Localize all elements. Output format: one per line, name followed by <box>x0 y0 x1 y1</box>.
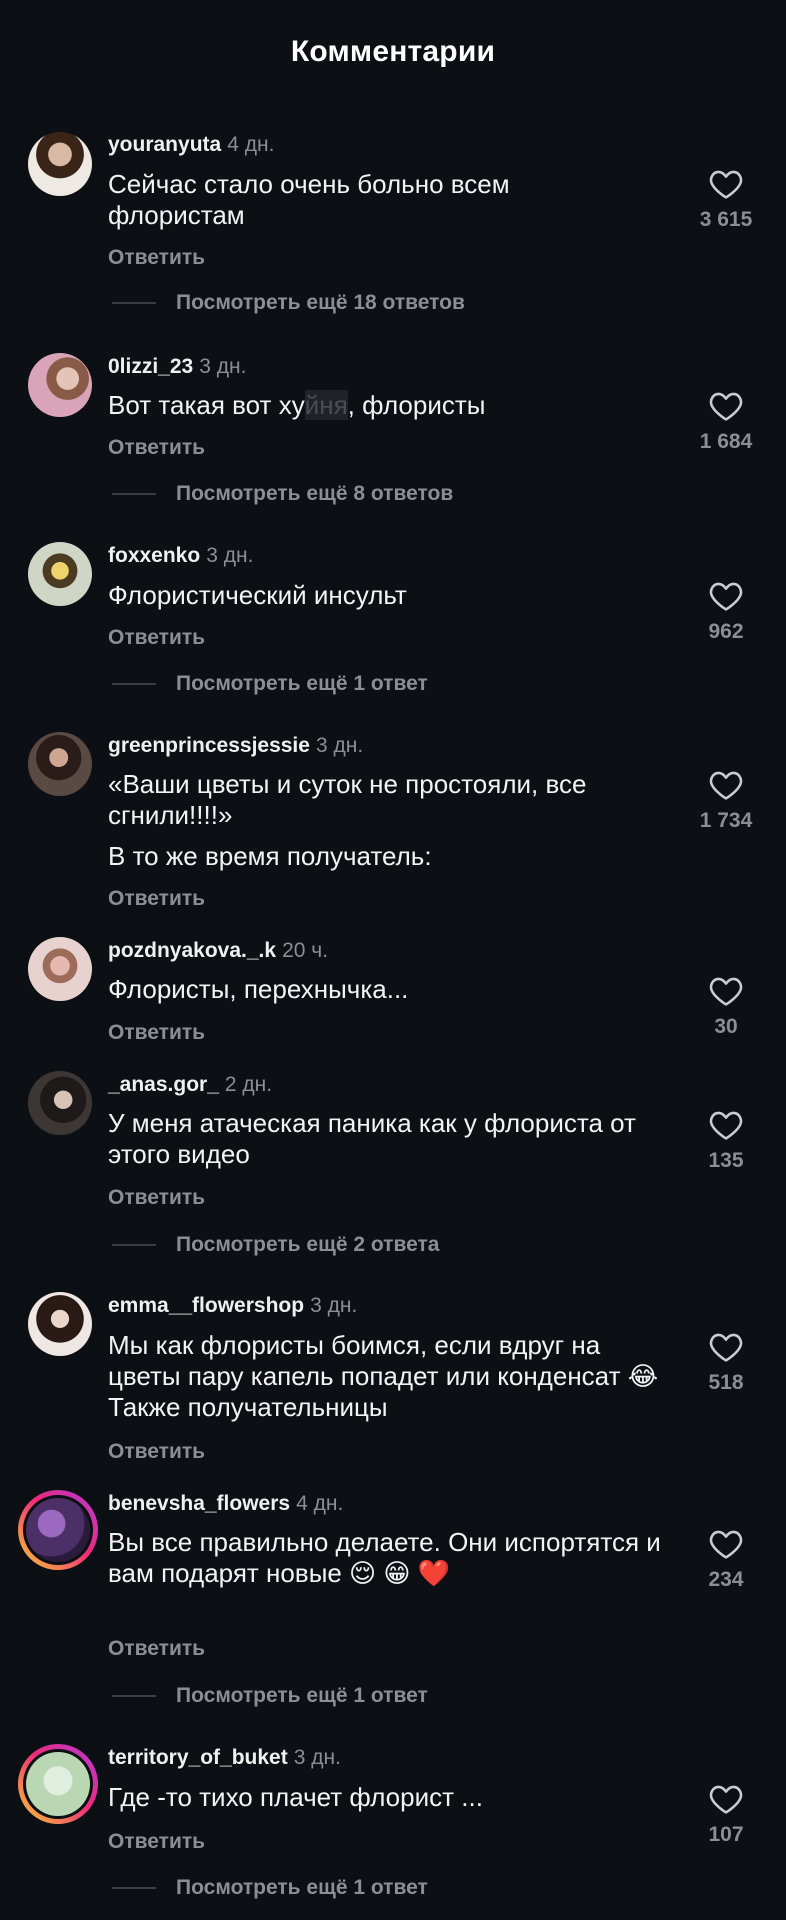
heart-icon[interactable] <box>709 1783 743 1815</box>
timestamp: 3 дн. <box>199 355 247 378</box>
like-count: 30 <box>714 1015 738 1038</box>
avatar[interactable] <box>28 542 92 606</box>
username[interactable]: _anas.gor_ <box>108 1073 219 1096</box>
heart-icon[interactable] <box>709 1528 743 1560</box>
username[interactable]: benevsha_flowers <box>108 1492 290 1515</box>
username[interactable]: territory_of_buket <box>108 1746 288 1769</box>
timestamp: 3 дн. <box>293 1746 341 1769</box>
like-count: 135 <box>708 1149 744 1172</box>
censored-text: йня <box>304 390 348 420</box>
view-more-replies-label: Посмотреть ещё 1 ответ <box>176 1876 428 1899</box>
divider <box>112 1695 156 1697</box>
view-more-replies-label: Посмотреть ещё 1 ответ <box>176 1684 428 1707</box>
avatar-story-ring[interactable] <box>18 1744 98 1824</box>
username[interactable]: pozdnyakova._.k <box>108 939 276 962</box>
reply-button[interactable]: Ответить <box>108 1636 205 1662</box>
reply-button[interactable]: Ответить <box>108 435 205 461</box>
reply-button[interactable]: Ответить <box>108 245 205 271</box>
comment-text: Сейчас стало очень больно всем флористам <box>108 169 510 230</box>
timestamp: 3 дн. <box>315 734 364 757</box>
heart-icon[interactable] <box>709 769 743 801</box>
view-more-replies[interactable]: Посмотреть ещё 2 ответа <box>112 1233 439 1257</box>
timestamp: 4 дн. <box>227 133 275 156</box>
comment-text-part: Вот такая вот ху <box>108 390 305 420</box>
username[interactable]: foxxenko <box>108 544 200 567</box>
like-count: 518 <box>708 1371 744 1394</box>
comment-text-line: В то же время получатель: <box>108 841 432 871</box>
comment-text: Где -то тихо плачет флорист ... <box>108 1782 483 1812</box>
view-more-replies[interactable]: Посмотреть ещё 1 ответ <box>112 1876 428 1900</box>
page-title: Комментарии <box>290 35 496 68</box>
comment-text: Мы как флористы боимся, если вдруг на цв… <box>108 1330 659 1422</box>
avatar[interactable] <box>28 353 92 417</box>
view-more-replies-label: Посмотреть ещё 2 ответа <box>176 1233 440 1256</box>
avatar <box>26 1498 90 1562</box>
comment-text: Флористы, перехнычка... <box>108 974 409 1004</box>
divider <box>112 1887 156 1889</box>
view-more-replies[interactable]: Посмотреть ещё 18 ответов <box>112 291 465 315</box>
heart-icon[interactable] <box>709 168 743 200</box>
view-more-replies-label: Посмотреть ещё 1 ответ <box>176 672 428 695</box>
comment-text: У меня атаческая паника как у флориста о… <box>108 1108 636 1169</box>
heart-icon[interactable] <box>709 1109 743 1141</box>
divider <box>112 302 156 304</box>
like-count: 962 <box>708 620 744 643</box>
timestamp: 3 дн. <box>310 1294 358 1317</box>
comment-text-part: , флористы <box>347 390 486 420</box>
timestamp: 2 дн. <box>224 1073 273 1096</box>
comment-text: Вы все правильно делаете. Они испортятся… <box>108 1527 661 1588</box>
avatar[interactable] <box>28 1292 92 1356</box>
username[interactable]: greenprincessjessie <box>108 734 310 757</box>
reply-button[interactable]: Ответить <box>108 1439 205 1465</box>
avatar-story-ring[interactable] <box>18 1490 98 1570</box>
divider <box>112 493 156 495</box>
reply-button[interactable]: Ответить <box>108 886 205 912</box>
avatar[interactable] <box>28 1071 92 1135</box>
avatar[interactable] <box>28 132 92 196</box>
like-count: 1 734 <box>699 809 753 832</box>
divider <box>112 1244 156 1246</box>
like-count: 107 <box>708 1823 744 1846</box>
heart-icon[interactable] <box>709 390 743 422</box>
timestamp: 20 ч. <box>282 939 329 962</box>
avatar <box>26 1752 90 1816</box>
view-more-replies[interactable]: Посмотреть ещё 8 ответов <box>112 482 453 506</box>
heart-icon[interactable] <box>709 580 743 612</box>
view-more-replies-label: Посмотреть ещё 8 ответов <box>176 482 454 505</box>
username[interactable]: emma__flowershop <box>108 1294 304 1317</box>
timestamp: 3 дн. <box>206 544 254 567</box>
comment-text: «Ваши цветы и суток не простояли, все сг… <box>108 769 587 830</box>
username[interactable]: youranyuta <box>108 133 221 156</box>
timestamp: 4 дн. <box>296 1492 344 1515</box>
reply-button[interactable]: Ответить <box>108 1185 205 1211</box>
reply-button[interactable]: Ответить <box>108 625 205 651</box>
view-more-replies[interactable]: Посмотреть ещё 1 ответ <box>112 672 428 696</box>
like-count: 234 <box>708 1568 744 1591</box>
like-count: 1 684 <box>699 430 753 453</box>
comment-text: Вот такая вот хуйня, флористы <box>108 390 668 421</box>
heart-icon[interactable] <box>709 1331 743 1363</box>
reply-button[interactable]: Ответить <box>108 1020 205 1046</box>
avatar[interactable] <box>28 937 92 1001</box>
heart-icon[interactable] <box>709 975 743 1007</box>
divider <box>112 683 156 685</box>
like-count: 3 615 <box>699 208 753 231</box>
view-more-replies[interactable]: Посмотреть ещё 1 ответ <box>112 1684 428 1708</box>
view-more-replies-label: Посмотреть ещё 18 ответов <box>176 291 465 314</box>
reply-button[interactable]: Ответить <box>108 1829 205 1855</box>
header: Комментарии <box>0 22 786 82</box>
username[interactable]: 0lizzi_23 <box>108 355 193 378</box>
avatar[interactable] <box>28 732 92 796</box>
comment-text: Флористический инсульт <box>108 580 407 610</box>
